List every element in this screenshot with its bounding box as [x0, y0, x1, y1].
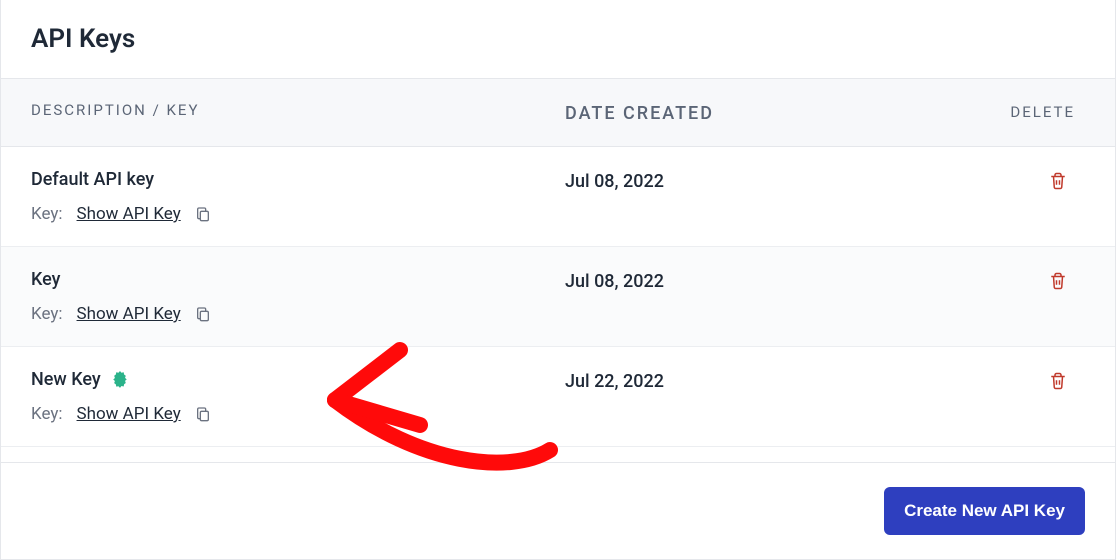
table-row: Default API key Key: Show API Key Jul 08… — [1, 147, 1115, 247]
table-row: Key Key: Show API Key Jul 08, 2022 — [1, 247, 1115, 347]
copy-icon[interactable] — [195, 405, 211, 423]
table-header: DESCRIPTION / KEY DATE CREATED DELETE — [1, 78, 1115, 147]
delete-button[interactable] — [1049, 371, 1067, 394]
show-api-key-link[interactable]: Show API Key — [77, 204, 181, 224]
column-header-description: DESCRIPTION / KEY — [31, 101, 565, 119]
copy-icon[interactable] — [195, 305, 211, 323]
page-title: API Keys — [1, 0, 1115, 78]
date-created: Jul 22, 2022 — [565, 369, 935, 392]
api-keys-panel: API Keys DESCRIPTION / KEY DATE CREATED … — [0, 0, 1116, 560]
key-name: Key — [31, 269, 61, 290]
table-row: New Key Key: Show API Key Jul 22, 2022 — [1, 347, 1115, 447]
date-created: Jul 08, 2022 — [565, 169, 935, 192]
trash-icon — [1049, 171, 1067, 191]
row-description-cell: Default API key Key: Show API Key — [31, 169, 565, 224]
delete-button[interactable] — [1049, 271, 1067, 294]
row-description-cell: Key Key: Show API Key — [31, 269, 565, 324]
column-header-date: DATE CREATED — [565, 101, 935, 124]
date-created: Jul 08, 2022 — [565, 269, 935, 292]
key-prefix-label: Key: — [31, 204, 63, 224]
show-api-key-link[interactable]: Show API Key — [77, 304, 181, 324]
column-header-delete: DELETE — [935, 101, 1085, 121]
trash-icon — [1049, 271, 1067, 291]
key-name: Default API key — [31, 169, 154, 190]
create-new-api-key-button[interactable]: Create New API Key — [884, 487, 1085, 535]
delete-button[interactable] — [1049, 171, 1067, 194]
show-api-key-link[interactable]: Show API Key — [77, 404, 181, 424]
copy-icon[interactable] — [195, 205, 211, 223]
key-name: New Key — [31, 369, 101, 390]
key-prefix-label: Key: — [31, 404, 63, 424]
panel-footer: Create New API Key — [1, 462, 1115, 559]
new-badge-icon — [111, 371, 129, 389]
row-description-cell: New Key Key: Show API Key — [31, 369, 565, 424]
trash-icon — [1049, 371, 1067, 391]
key-prefix-label: Key: — [31, 304, 63, 324]
